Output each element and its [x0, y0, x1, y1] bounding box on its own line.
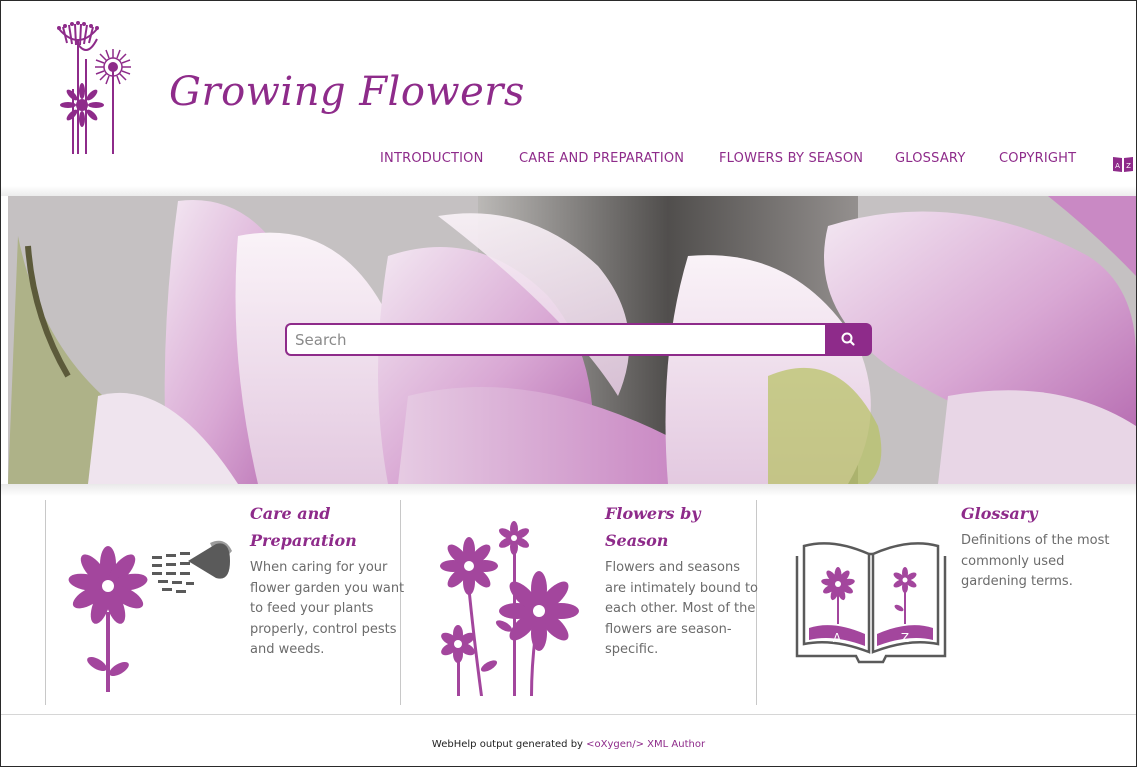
search-bar [285, 323, 872, 356]
search-input[interactable] [285, 323, 825, 356]
glossary-book-icon: A Z [795, 542, 947, 664]
search-icon [841, 332, 855, 346]
tile-care-and-preparation[interactable]: Care and Preparation When caring for you… [46, 500, 404, 705]
tile-title[interactable]: Care and Preparation [250, 500, 405, 554]
book-letter-z: Z [901, 631, 909, 645]
nav-item-copyright[interactable]: COPYRIGHT [999, 151, 1076, 166]
hero-banner [8, 196, 1136, 484]
search-button[interactable] [825, 323, 872, 356]
top-navigation: INTRODUCTION CARE AND PREPARATION FLOWER… [1, 151, 1136, 169]
header-separator [1, 186, 1136, 196]
flower-and-watering-can-icon [68, 540, 232, 692]
footer: WebHelp output generated by <oXygen/> XM… [1, 739, 1136, 750]
tile-glossary[interactable]: A Z Glossary Definitions of the most com… [757, 500, 1111, 705]
nav-item-care-and-preparation[interactable]: CARE AND PREPARATION [519, 151, 684, 166]
book-letter-a: A [833, 631, 842, 645]
site-title[interactable]: Growing Flowers [169, 69, 525, 115]
svg-text:Z: Z [1126, 162, 1131, 170]
nav-item-introduction[interactable]: INTRODUCTION [380, 151, 484, 166]
footer-text: WebHelp output generated by [431, 739, 587, 750]
tile-flowers-by-season[interactable]: Flowers by Season Flowers and seasons ar… [401, 500, 758, 705]
tile-description: When caring for your flower garden you w… [250, 560, 405, 657]
oxygen-author-link[interactable]: <oXygen/> XML Author [586, 739, 705, 750]
index-book-icon[interactable]: A Z [1111, 155, 1135, 173]
page-frame: Growing Flowers INTRODUCTION CARE AND PR… [0, 0, 1137, 767]
tile-description: Flowers and seasons are intimately bound… [605, 560, 758, 657]
tile-title[interactable]: Flowers by Season [605, 500, 760, 554]
index-icon-text: A [1115, 162, 1120, 170]
season-flowers-icon [440, 521, 579, 696]
tile-title[interactable]: Glossary [961, 500, 1116, 527]
footer-separator [1, 714, 1136, 715]
nav-item-flowers-by-season[interactable]: FLOWERS BY SEASON [719, 151, 863, 166]
hero-bottom-shadow [1, 484, 1136, 496]
tile-description: Definitions of the most commonly used ga… [961, 533, 1110, 589]
nav-item-glossary[interactable]: GLOSSARY [895, 151, 965, 166]
flowers-logo-icon[interactable] [45, 19, 145, 157]
